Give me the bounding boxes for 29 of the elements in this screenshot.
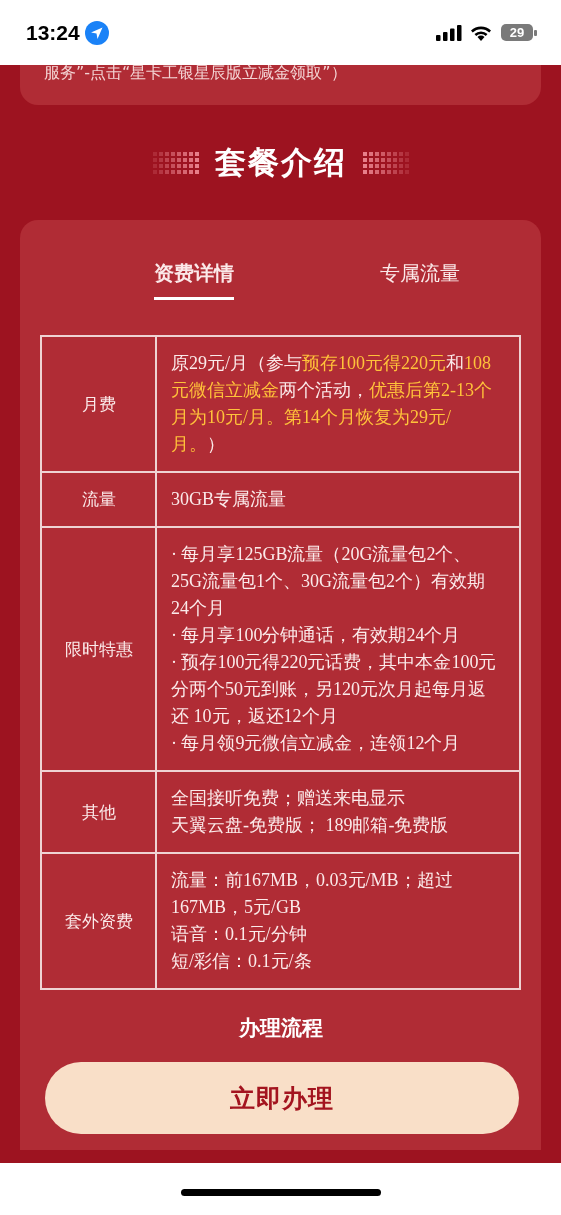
cell-text: 流量：前167MB，0.03元/MB；超过167MB，5元/GB [171, 869, 454, 919]
clock-time: 13:24 [26, 20, 80, 45]
cell-text: 天翼云盘-免费版； 189邮箱-免费版 [171, 814, 450, 837]
dot-pattern-icon [152, 151, 199, 174]
row-label: 月费 [41, 336, 156, 472]
row-label: 其他 [41, 771, 156, 853]
section-title: 套餐介绍 [214, 142, 347, 182]
dot-pattern-icon [362, 151, 409, 174]
apply-button[interactable]: 立即办理 [45, 1062, 519, 1134]
process-title: 办理流程 [237, 1015, 324, 1042]
notice-text: 服务”-点击“星卡工银星辰版立减金领取”） [44, 65, 348, 83]
battery-level: 29 [509, 25, 525, 40]
row-label: 套外资费 [41, 853, 156, 989]
row-label: 限时特惠 [41, 527, 156, 771]
cell-text: 语音：0.1元/分钟 [171, 923, 308, 946]
tab[interactable]: 资费详情 [154, 260, 234, 300]
cell-text: 30GB专属流量 [171, 488, 287, 511]
cell-text: 全国接听免费；赠送来电显示 [171, 787, 406, 810]
cell-text: · 预存100元得220元话费，其中本金100元分两个50元到账，另120元次月起每月返还 10元，返还12个月 [171, 651, 498, 728]
cell-text: · 每月领9元微信立减金，连领12个月 [171, 732, 462, 755]
home-indicator[interactable] [180, 1188, 381, 1196]
wifi-icon [469, 24, 493, 41]
cell-text: · 每月享125GB流量（20G流量包2个、25G流量包1个、30G流量包2个）有效期24个月 [171, 543, 486, 620]
cell-text: 短/彩信：0.1元/条 [171, 950, 313, 973]
tab[interactable]: 专属流量 [380, 260, 460, 300]
signal-icon [436, 24, 462, 41]
cell-text: · 每月享100分钟通话，有效期24个月 [171, 624, 462, 647]
cell-text: 原29元/月（参与预存100元得220元和108元微信立减金两个活动，优惠后第2-13个月为10元/月。第14个月恢复为29元/月。） [171, 352, 493, 456]
row-label: 流量 [41, 472, 156, 527]
